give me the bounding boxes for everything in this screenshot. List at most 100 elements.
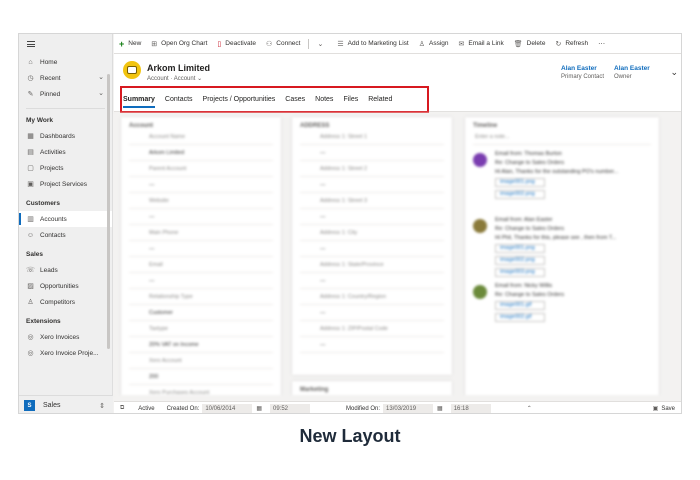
new-button[interactable]: + New <box>119 39 141 49</box>
sidebar-header <box>19 34 112 54</box>
connect-button[interactable]: ⚇ Connect <box>266 40 301 48</box>
sidebar-item-competitors[interactable]: ♙ Competitors <box>19 294 112 310</box>
refresh-button[interactable]: ↻ Refresh <box>555 40 588 48</box>
chevron-up-icon[interactable]: ⌃ <box>527 405 532 412</box>
primary-contact-name[interactable]: Alan Easter <box>561 65 604 72</box>
activities-icon: ▤ <box>27 149 34 156</box>
attachment[interactable]: image003.png <box>495 268 545 277</box>
sidebar-group-title: My Work <box>26 117 53 124</box>
sidebar-item-projects[interactable]: ▢ Projects <box>19 160 112 176</box>
field-value[interactable]: --- <box>129 177 273 193</box>
chevron-down-icon[interactable]: ⌄ <box>98 73 104 81</box>
chevron-down-icon[interactable]: ⌄ <box>670 67 678 78</box>
attachment[interactable]: image001.png <box>495 244 545 253</box>
account-section: Account Account Name Arkom Limited Paren… <box>121 117 281 395</box>
sidebar-item-accounts[interactable]: ▥ Accounts <box>19 211 112 227</box>
field-value[interactable]: --- <box>300 209 444 225</box>
email-icon: ✉ <box>458 40 465 48</box>
form-selector[interactable]: Account <box>174 76 196 82</box>
app-window: ⌂ Home ◷ Recent ⌄ ✎ Pinned ⌄ My Work ▦ D… <box>18 33 682 414</box>
timeline-item-subject: Re: Change to Sales Orders <box>495 292 565 298</box>
sidebar-item-label: Dashboards <box>40 132 76 140</box>
field-value[interactable]: --- <box>300 337 444 353</box>
avatar <box>473 153 487 167</box>
created-on-time[interactable]: 09:52 <box>270 403 310 413</box>
record-header: Arkom Limited Account · Account ⌄ Alan E… <box>114 54 681 88</box>
timeline-section: Timeline Enter a note... Email from: Tho… <box>465 117 659 395</box>
field-value[interactable]: --- <box>129 273 273 289</box>
chevron-down-icon[interactable]: ⌄ <box>98 89 104 97</box>
sidebar-scrollbar[interactable] <box>107 74 110 349</box>
primary-contact[interactable]: Alan Easter Primary Contact <box>561 65 604 80</box>
save-button[interactable]: Save <box>661 406 675 412</box>
sidebar-group-title: Sales <box>26 251 43 258</box>
sidebar-item-pinned[interactable]: ✎ Pinned ⌄ <box>19 86 112 102</box>
add-to-marketing-list-button[interactable]: ☰ Add to Marketing List <box>337 40 408 48</box>
field-label: Address 1: Street 3 <box>300 193 444 209</box>
chevron-down-icon[interactable]: ⌄ <box>197 76 202 82</box>
more-icon: ⋯ <box>598 40 606 48</box>
open-org-chart-button[interactable]: ⊞ Open Org Chart <box>151 40 207 48</box>
field-value[interactable]: 20% VAT on Income <box>129 337 273 353</box>
chevron-down-icon: ⌄ <box>317 40 324 48</box>
dashboard-icon: ▦ <box>27 133 34 140</box>
entity-name: Account <box>147 76 169 82</box>
attachment[interactable]: image002.png <box>495 190 545 199</box>
connect-dropdown-button[interactable]: ⌄ <box>317 40 327 48</box>
sidebar-item-project-services[interactable]: ▣ Project Services <box>19 176 112 192</box>
field-value[interactable]: --- <box>300 145 444 161</box>
timeline-item[interactable]: Email from: Thomas Burton Re: Change to … <box>473 151 651 211</box>
calendar-icon[interactable]: ▦ <box>437 405 443 412</box>
sidebar-item-opportunities[interactable]: ▨ Opportunities <box>19 278 112 294</box>
sidebar-item-dashboards[interactable]: ▦ Dashboards <box>19 128 112 144</box>
sidebar-item-recent[interactable]: ◷ Recent ⌄ <box>19 70 112 86</box>
field-value[interactable]: Arkom Limited <box>129 145 273 161</box>
org-chart-icon: ⊞ <box>151 40 158 48</box>
deactivate-button[interactable]: ▯ Deactivate <box>217 40 256 48</box>
attachment[interactable]: image002.png <box>495 256 545 265</box>
field-value[interactable]: --- <box>300 177 444 193</box>
assign-button[interactable]: ♙ Assign <box>419 40 449 48</box>
field-value[interactable]: --- <box>300 273 444 289</box>
more-commands-button[interactable]: ⋯ <box>598 40 609 48</box>
up-down-chevron-icon: ⇕ <box>99 402 105 410</box>
owner-name[interactable]: Alan Easter <box>614 65 650 72</box>
field-label: Address 1: Street 1 <box>300 129 444 145</box>
field-value[interactable]: --- <box>129 241 273 257</box>
area-switcher[interactable]: S Sales ⇕ <box>19 395 113 413</box>
modified-on-time[interactable]: 16:18 <box>450 403 491 413</box>
field-value[interactable]: Customer <box>129 305 273 321</box>
hamburger-icon[interactable] <box>27 41 35 47</box>
field-value[interactable]: 200 <box>129 369 273 385</box>
timeline-item[interactable]: Email from: Nicky Willis Re: Change to S… <box>473 283 651 343</box>
area-badge: S <box>24 400 35 411</box>
avatar <box>473 285 487 299</box>
popout-icon[interactable]: ⧉ <box>120 405 124 412</box>
field-label: Xero Purchases Account <box>129 385 273 395</box>
marketing-list-icon: ☰ <box>337 40 344 48</box>
refresh-icon: ↻ <box>555 40 562 48</box>
attachment[interactable]: image002.gif <box>495 313 545 322</box>
timeline-note-input[interactable]: Enter a note... <box>473 129 651 145</box>
created-on-date[interactable]: 10/06/2014 <box>202 403 253 413</box>
delete-button[interactable]: 🗑 Delete <box>514 40 546 48</box>
assign-icon: ♙ <box>418 40 425 48</box>
field-value[interactable]: --- <box>129 209 273 225</box>
sidebar-item-home[interactable]: ⌂ Home <box>19 54 112 70</box>
calendar-icon[interactable]: ▦ <box>256 405 262 412</box>
field-value[interactable]: --- <box>300 305 444 321</box>
sidebar-item-contacts[interactable]: ☺ Contacts <box>19 227 112 243</box>
attachment[interactable]: image001.png <box>495 178 545 187</box>
sidebar-item-xero-invoice-projects[interactable]: ◎ Xero Invoice Proje... <box>19 345 112 361</box>
command-label: Open Org Chart <box>161 40 208 47</box>
owner[interactable]: Alan Easter Owner <box>614 65 650 80</box>
sidebar-item-leads[interactable]: ☏ Leads <box>19 262 112 278</box>
field-value[interactable]: --- <box>300 241 444 257</box>
timeline-item[interactable]: Email from: Alan Easter Re: Change to Sa… <box>473 217 651 277</box>
sidebar-item-activities[interactable]: ▤ Activities <box>19 144 112 160</box>
modified-on-date[interactable]: 13/03/2019 <box>383 403 434 413</box>
sidebar-item-xero-invoices[interactable]: ◎ Xero Invoices <box>19 329 112 345</box>
email-a-link-button[interactable]: ✉ Email a Link <box>459 40 504 48</box>
invoice-icon: ◎ <box>27 334 34 341</box>
attachment[interactable]: image001.gif <box>495 301 545 310</box>
